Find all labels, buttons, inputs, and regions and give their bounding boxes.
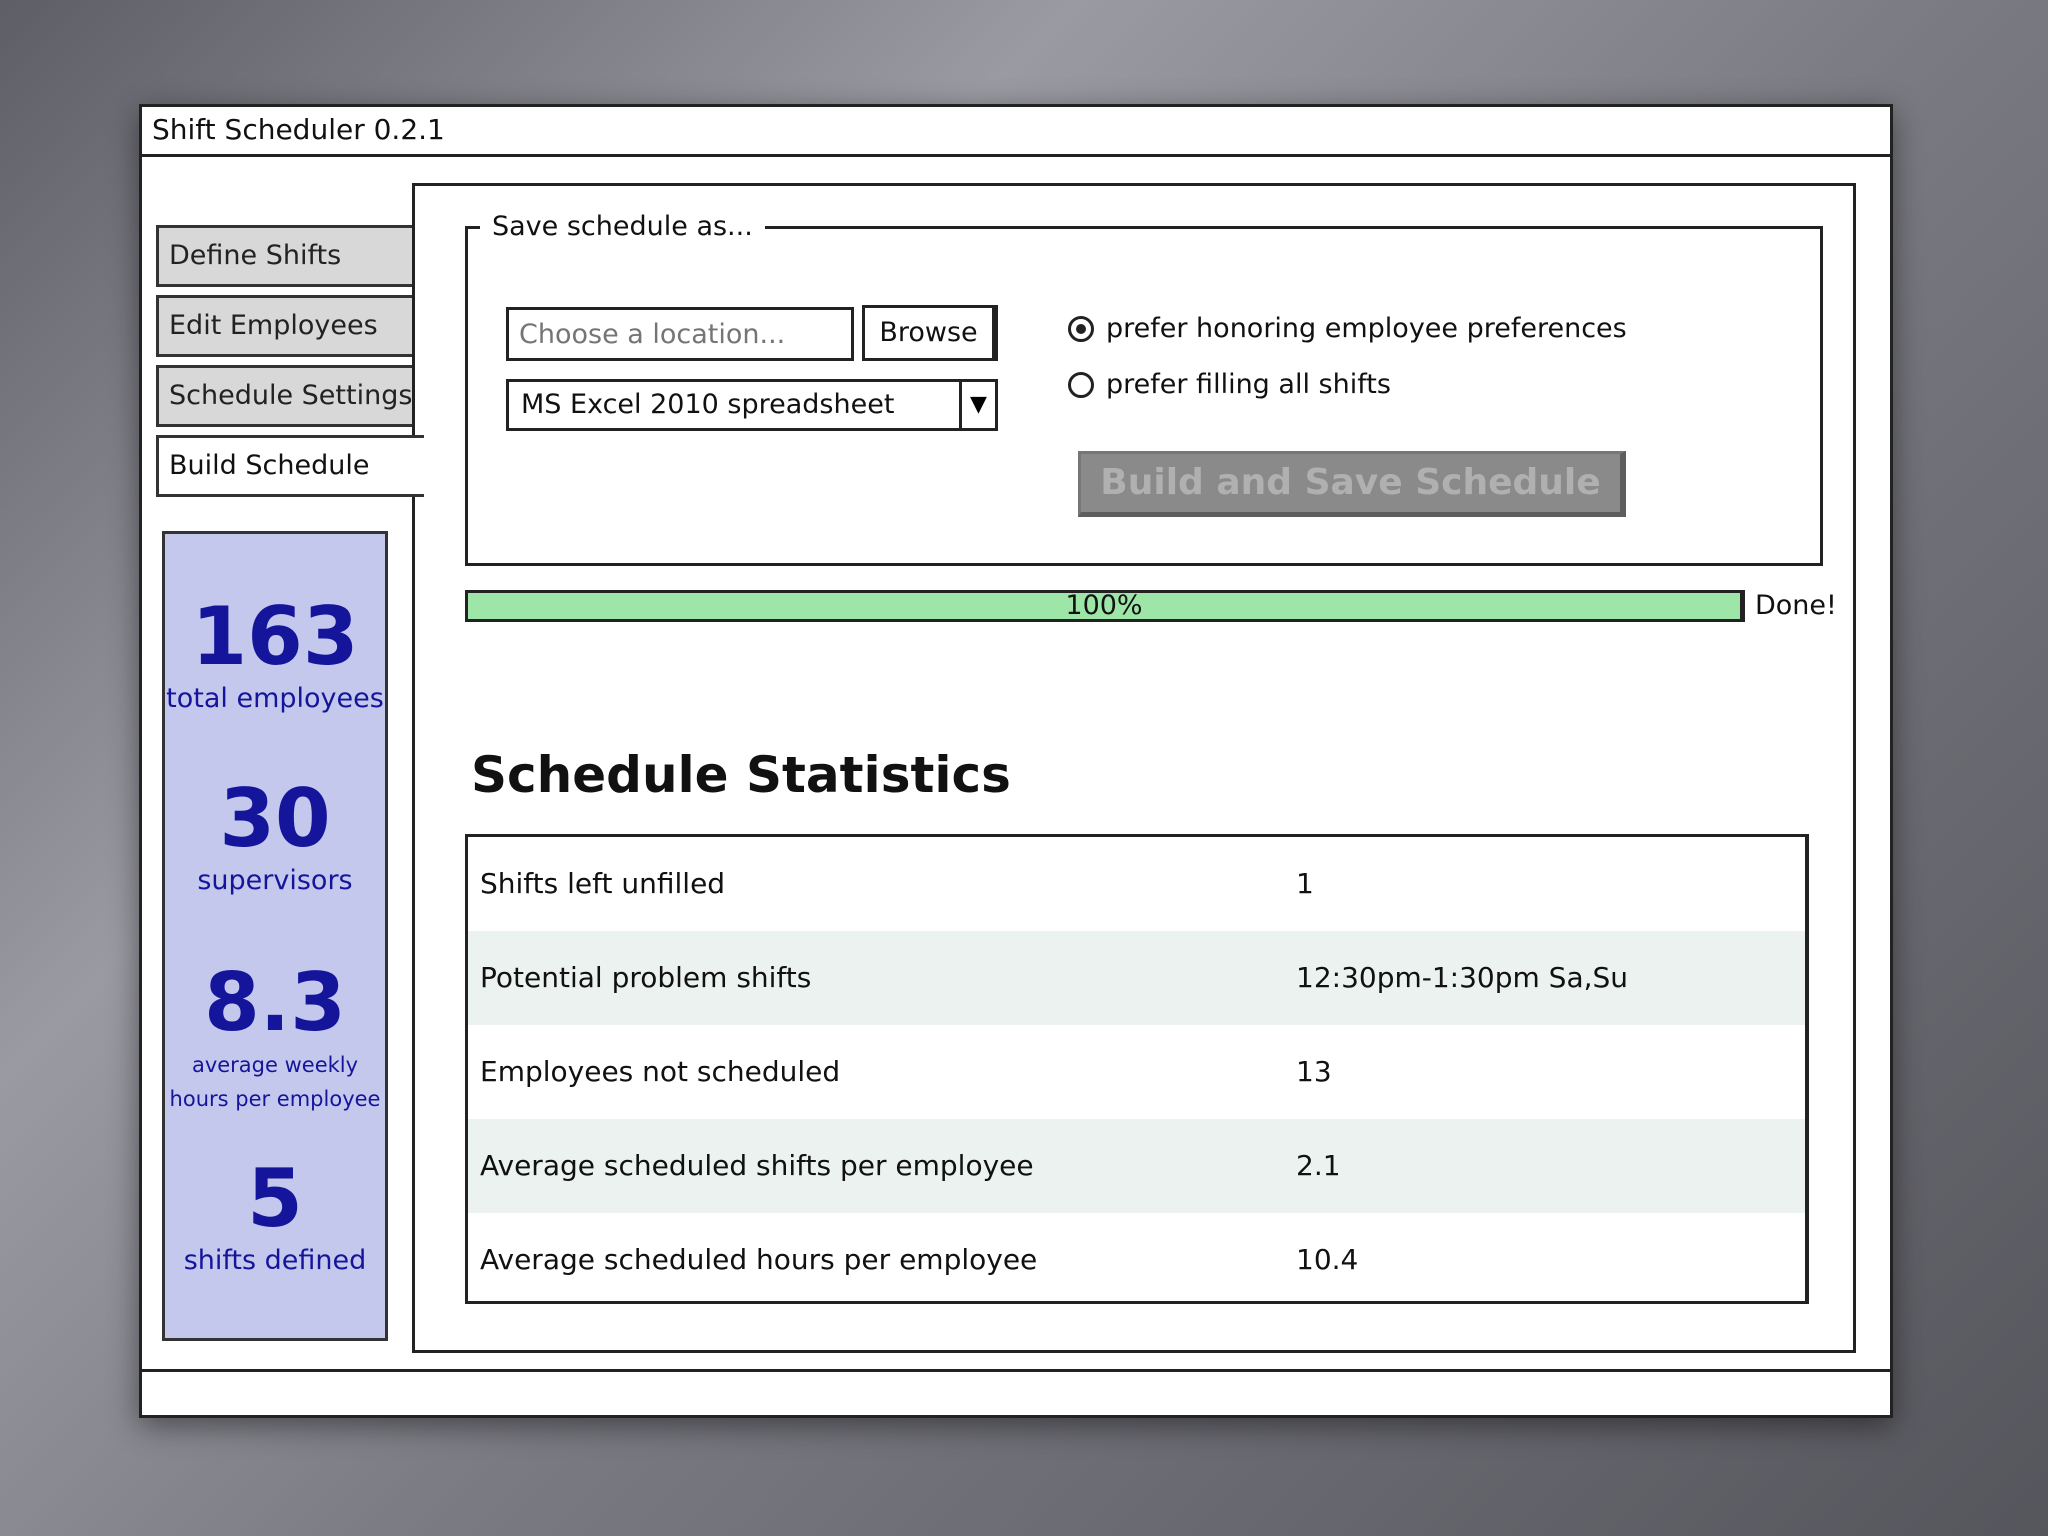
tab-edit-employees[interactable]: Edit Employees [156,295,416,357]
row-label: Employees not scheduled [480,1055,841,1088]
table-row: Potential problem shifts 12:30pm-1:30pm … [468,931,1805,1025]
row-value: 1 [1296,867,1314,900]
row-value: 2.1 [1296,1149,1341,1182]
statistics-table: Shifts left unfilled 1 Potential problem… [465,834,1809,1304]
total-employees-stat: 163 total employees [165,592,385,716]
build-and-save-button[interactable]: Build and Save Schedule [1078,451,1626,517]
window-title: Shift Scheduler 0.2.1 [142,107,1890,157]
table-row: Average scheduled hours per employee 10.… [468,1213,1805,1307]
supervisors-stat: 30 supervisors [165,774,385,898]
option-fill-all-shifts-label: prefer filling all shifts [1106,369,1391,400]
row-value: 10.4 [1296,1243,1359,1276]
row-label: Potential problem shifts [480,961,812,994]
option-honor-preferences[interactable]: prefer honoring employee preferences [1068,313,1627,344]
status-bar [142,1369,1890,1415]
option-fill-all-shifts[interactable]: prefer filling all shifts [1068,369,1391,400]
row-value: 13 [1296,1055,1332,1088]
file-format-value: MS Excel 2010 spreadsheet [521,389,895,420]
dropdown-arrow-icon[interactable]: ▼ [959,382,995,428]
radio-checked-icon[interactable] [1068,315,1094,342]
row-value: 12:30pm-1:30pm Sa,Su [1296,961,1629,994]
save-schedule-legend: Save schedule as... [480,207,765,247]
progress-bar: 100% [465,590,1745,622]
average-hours-value: 8.3 [204,956,346,1049]
option-honor-preferences-label: prefer honoring employee preferences [1106,313,1627,344]
file-format-select[interactable]: MS Excel 2010 spreadsheet ▼ [506,379,998,431]
progress-status: Done! [1755,590,1837,621]
table-row: Shifts left unfilled 1 [468,837,1805,931]
tab-define-shifts[interactable]: Define Shifts [156,225,416,287]
browse-button[interactable]: Browse [862,305,998,361]
shifts-defined-count: 5 [247,1152,303,1245]
row-label: Average scheduled shifts per employee [480,1149,1034,1182]
average-hours-stat: 8.3 average weekly hours per employee [165,958,385,1116]
table-row: Employees not scheduled 13 [468,1025,1805,1119]
supervisors-count: 30 [219,772,331,865]
statistics-title: Schedule Statistics [471,746,1011,804]
build-schedule-panel: Save schedule as... Browse MS Excel 2010… [412,183,1856,1353]
row-label: Average scheduled hours per employee [480,1243,1038,1276]
sidebar-tabs: Define Shifts Edit Employees Schedule Se… [156,225,424,505]
total-employees-count: 163 [191,590,359,683]
row-label: Shifts left unfilled [480,867,726,900]
shifts-defined-stat: 5 shifts defined [165,1154,385,1278]
tab-schedule-settings[interactable]: Schedule Settings [156,365,416,427]
average-hours-label-line2: hours per employee [169,1087,381,1111]
tab-build-schedule[interactable]: Build Schedule [156,435,424,497]
summary-panel: 163 total employees 30 supervisors 8.3 a… [162,531,388,1341]
average-hours-label-line1: average weekly [191,1053,359,1077]
radio-unchecked-icon[interactable] [1068,371,1094,398]
save-schedule-group: Save schedule as... Browse MS Excel 2010… [465,207,1823,566]
table-row: Average scheduled shifts per employee 2.… [468,1119,1805,1213]
supervisors-label: supervisors [197,865,353,896]
location-input[interactable] [506,307,854,361]
progress-percent: 100% [1065,590,1143,621]
total-employees-label: total employees [166,683,384,714]
shifts-defined-label: shifts defined [183,1245,367,1276]
app-window: Shift Scheduler 0.2.1 Define Shifts Edit… [139,104,1893,1418]
